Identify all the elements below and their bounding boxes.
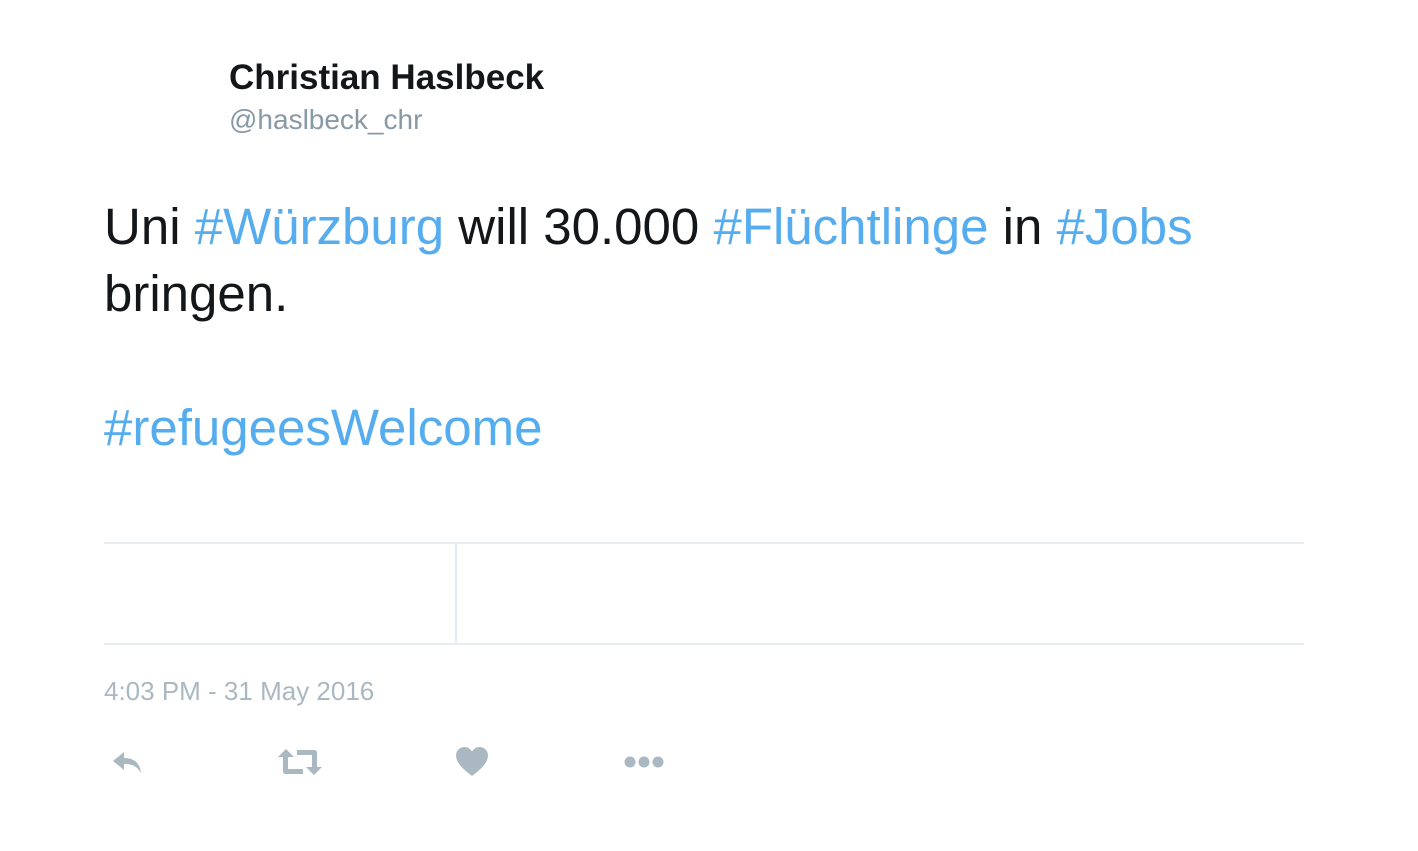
hashtag-link-jobs[interactable]: #Jobs [1057, 198, 1193, 255]
tweet-stats-row [104, 544, 1304, 643]
more-button[interactable] [620, 740, 668, 784]
stats-cell-left [104, 544, 455, 643]
more-dots-icon [624, 756, 664, 768]
retweet-icon [278, 749, 322, 775]
hashtag-link-fluechtlinge[interactable]: #Flüchtlinge [713, 198, 988, 255]
divider-bottom [104, 643, 1304, 645]
tweet-timestamp[interactable]: 4:03 PM - 31 May 2016 [104, 676, 374, 707]
stats-cell-right [457, 544, 1304, 643]
author-display-name[interactable]: Christian Haslbeck [229, 58, 544, 98]
heart-icon [456, 747, 488, 776]
tweet-text: Uni #Würzburg will 30.000 #Flüchtlinge i… [104, 193, 1304, 461]
author-screen-name[interactable]: @haslbeck_chr [229, 104, 422, 136]
text-segment: will 30.000 [444, 198, 714, 255]
hashtag-link-wuerzburg[interactable]: #Würzburg [195, 198, 444, 255]
reply-button[interactable] [104, 740, 152, 784]
text-segment: Uni [104, 198, 195, 255]
like-button[interactable] [448, 740, 496, 784]
retweet-button[interactable] [276, 740, 324, 784]
text-segment: in [988, 198, 1057, 255]
reply-icon [113, 752, 141, 773]
tweet-text-line-2: bringen. [104, 265, 289, 322]
tweet-text-line-1: Uni #Würzburg will 30.000 #Flüchtlinge i… [104, 193, 1304, 260]
hashtag-link-refugeeswelcome[interactable]: #refugeesWelcome [104, 394, 1304, 461]
